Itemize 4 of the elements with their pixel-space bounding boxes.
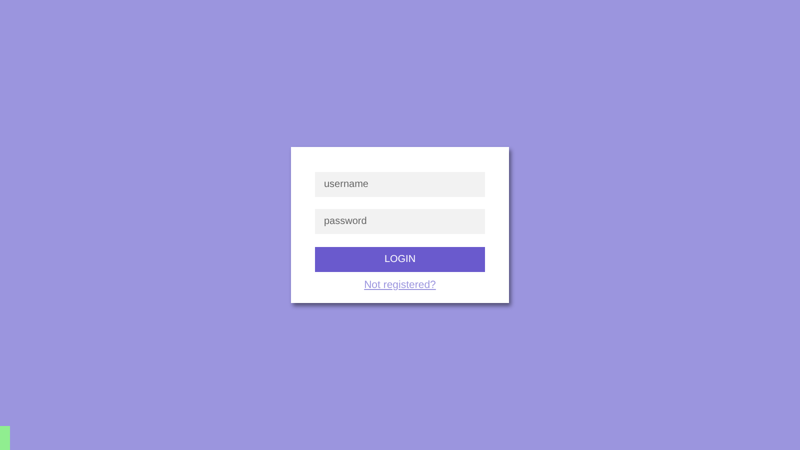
- username-field[interactable]: username: [315, 172, 485, 196]
- login-button[interactable]: LOGIN: [315, 246, 485, 272]
- password-field[interactable]: password: [315, 208, 485, 234]
- register-link[interactable]: Not registered?: [364, 278, 436, 290]
